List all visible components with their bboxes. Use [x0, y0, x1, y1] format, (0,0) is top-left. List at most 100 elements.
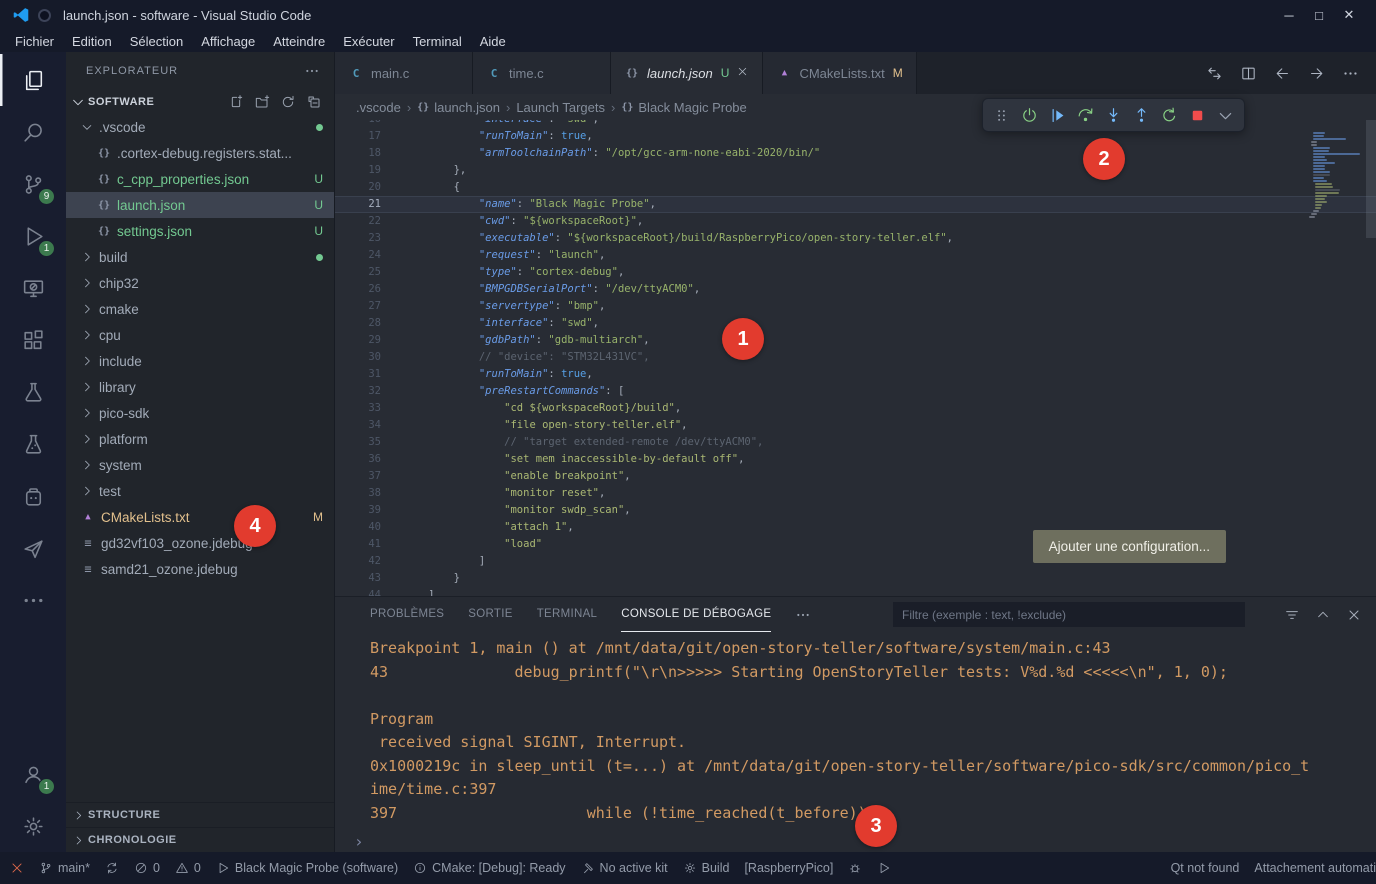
add-configuration-button[interactable]: Ajouter une configuration...: [1033, 530, 1226, 563]
tree-item-system[interactable]: system: [66, 452, 334, 478]
activity-source-control[interactable]: 9: [0, 158, 66, 210]
statusbar-qt-status[interactable]: Qt not found: [1171, 861, 1240, 875]
menu-edition[interactable]: Edition: [63, 30, 121, 52]
workspace-section-header[interactable]: SOFTWARE: [66, 90, 334, 114]
panel-tab-terminal[interactable]: TERMINAL: [537, 597, 598, 632]
activity-extensions[interactable]: [0, 314, 66, 366]
collapse-folders-icon[interactable]: [306, 94, 322, 110]
breadcrumb-item-launch-targets[interactable]: Launch Targets: [516, 100, 605, 115]
activity-lab-flask[interactable]: [0, 418, 66, 470]
statusbar-cmake-run[interactable]: [877, 861, 891, 875]
activity-more-views[interactable]: [0, 574, 66, 626]
statusbar-errors[interactable]: 0: [134, 861, 160, 875]
navigate-back-icon[interactable]: [1274, 65, 1291, 82]
tab-launch-json[interactable]: {}launch.jsonU: [611, 52, 763, 94]
statusbar-auto-attach[interactable]: Attachement automati: [1254, 861, 1376, 875]
statusbar-warnings[interactable]: 0: [175, 861, 201, 875]
statusbar-remote-status[interactable]: [10, 861, 24, 875]
statusbar-cmake-target[interactable]: [RaspberryPico]: [744, 861, 833, 875]
more-actions-icon[interactable]: [1342, 65, 1359, 82]
tree-item-cortex-debug-registers-stat[interactable]: {}.cortex-debug.registers.stat...: [66, 140, 334, 166]
statusbar-cmake-build[interactable]: Build: [683, 861, 730, 875]
step-out-button[interactable]: [1128, 101, 1155, 129]
statusbar-git-branch[interactable]: main*: [39, 861, 90, 875]
activity-explorer[interactable]: [0, 54, 66, 106]
tree-item-test[interactable]: test: [66, 478, 334, 504]
maximize-panel-icon[interactable]: [1315, 607, 1331, 623]
tree-item-vscode[interactable]: .vscode: [66, 114, 334, 140]
breadcrumb-item-black-magic-probe[interactable]: {}Black Magic Probe: [621, 100, 746, 115]
menu-aide[interactable]: Aide: [471, 30, 515, 52]
activity-testing[interactable]: [0, 366, 66, 418]
tree-item-launch-json[interactable]: {}launch.jsonU: [66, 192, 334, 218]
statusbar-cmake-kit[interactable]: No active kit: [581, 861, 668, 875]
navigate-forward-icon[interactable]: [1308, 65, 1325, 82]
panel-tab-sortie[interactable]: SORTIE: [468, 597, 512, 632]
restart-button[interactable]: [1156, 101, 1183, 129]
tree-item-cmakelists-txt[interactable]: ▲CMakeLists.txtM: [66, 504, 334, 530]
console-filter-input[interactable]: [893, 602, 1245, 627]
scrollbar-thumb[interactable]: [1366, 120, 1376, 238]
power-button[interactable]: [1016, 101, 1043, 129]
tab-cmakelists-txt[interactable]: ▲CMakeLists.txtM: [763, 52, 916, 94]
activity-send[interactable]: [0, 522, 66, 574]
statusbar-debug-launch-config[interactable]: Black Magic Probe (software): [216, 861, 398, 875]
drag-grip-button[interactable]: [988, 101, 1015, 129]
new-folder-icon[interactable]: [254, 94, 270, 110]
statusbar-cmake-status[interactable]: CMake: [Debug]: Ready: [413, 861, 565, 875]
tree-item-gd32vf103-ozone-jdebug[interactable]: ≡gd32vf103_ozone.jdebug: [66, 530, 334, 556]
activity-account[interactable]: 1: [0, 748, 66, 800]
menu-ex-cuter[interactable]: Exécuter: [334, 30, 403, 52]
tree-item-samd21-ozone-jdebug[interactable]: ≡samd21_ozone.jdebug: [66, 556, 334, 582]
tab-main-c[interactable]: Cmain.c: [335, 52, 473, 94]
split-editor-icon[interactable]: [1240, 65, 1257, 82]
activity-search[interactable]: [0, 106, 66, 158]
tree-item-library[interactable]: library: [66, 374, 334, 400]
tree-item-settings-json[interactable]: {}settings.jsonU: [66, 218, 334, 244]
tree-item-pico-sdk[interactable]: pico-sdk: [66, 400, 334, 426]
window-minimize-button[interactable]: ─: [1274, 0, 1304, 30]
tree-item-chip32[interactable]: chip32: [66, 270, 334, 296]
step-over-button[interactable]: [1072, 101, 1099, 129]
menu-terminal[interactable]: Terminal: [404, 30, 471, 52]
panel-tab-probl-mes[interactable]: PROBLÈMES: [370, 597, 444, 632]
statusbar-cmake-debug[interactable]: [848, 861, 862, 875]
debug-more-button[interactable]: [1212, 101, 1239, 129]
panel-tab-console-de-d-bogage[interactable]: CONSOLE DE DÉBOGAGE: [621, 597, 771, 632]
step-into-button[interactable]: [1100, 101, 1127, 129]
menu-atteindre[interactable]: Atteindre: [264, 30, 334, 52]
menu-fichier[interactable]: Fichier: [6, 30, 63, 52]
breadcrumb-item-launch-json[interactable]: {}launch.json: [417, 100, 500, 115]
tree-item-build[interactable]: build: [66, 244, 334, 270]
close-tab-button[interactable]: [736, 65, 749, 81]
tab-time-c[interactable]: Ctime.c: [473, 52, 611, 94]
refresh-explorer-icon[interactable]: [280, 94, 296, 110]
section-structure[interactable]: STRUCTURE: [66, 802, 334, 827]
tree-item-platform[interactable]: platform: [66, 426, 334, 452]
explorer-more-icon[interactable]: [304, 63, 320, 79]
open-changes-icon[interactable]: [1206, 65, 1223, 82]
stop-button[interactable]: [1184, 101, 1211, 129]
section-timeline[interactable]: CHRONOLOGIE: [66, 827, 334, 852]
window-close-button[interactable]: ✕: [1334, 0, 1364, 30]
code-editor[interactable]: 16 "interface": "swd",17 "runToMain": tr…: [335, 120, 1376, 596]
menu-s-lection[interactable]: Sélection: [121, 30, 192, 52]
menu-affichage[interactable]: Affichage: [192, 30, 264, 52]
breadcrumb-item-vscode[interactable]: .vscode: [356, 100, 401, 115]
activity-remote-monitor[interactable]: [0, 262, 66, 314]
window-maximize-button[interactable]: □: [1304, 0, 1334, 30]
activity-run-debug[interactable]: 1: [0, 210, 66, 262]
continue-button[interactable]: [1044, 101, 1071, 129]
activity-settings[interactable]: [0, 800, 66, 852]
tree-item-cmake[interactable]: cmake: [66, 296, 334, 322]
debug-console-output[interactable]: Breakpoint 1, main () at /mnt/data/git/o…: [335, 632, 1376, 830]
tree-item-cpu[interactable]: cpu: [66, 322, 334, 348]
filter-icon[interactable]: [1284, 607, 1300, 623]
activity-robot-jar[interactable]: [0, 470, 66, 522]
panel-more-icon[interactable]: [795, 607, 811, 623]
statusbar-sync-changes[interactable]: [105, 861, 119, 875]
tree-item-c-cpp-properties-json[interactable]: {}c_cpp_properties.jsonU: [66, 166, 334, 192]
close-panel-icon[interactable]: [1346, 607, 1362, 623]
minimap[interactable]: [1307, 132, 1364, 219]
new-file-icon[interactable]: [228, 94, 244, 110]
